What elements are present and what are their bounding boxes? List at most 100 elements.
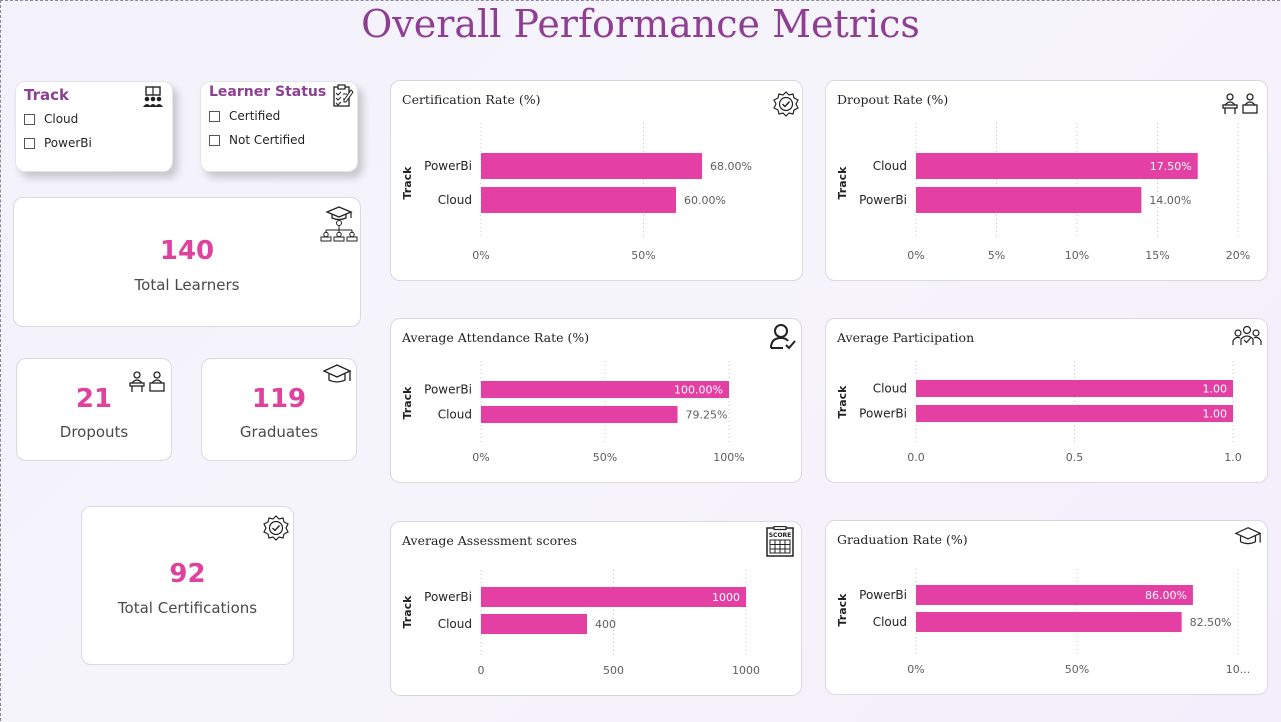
x-tick-label: 0 <box>478 664 485 677</box>
chart-title: Certification Rate (%) <box>402 92 541 107</box>
track-slicer-title: Track <box>24 86 69 104</box>
category-label: PowerBi <box>859 193 907 207</box>
data-label: 60.00% <box>684 194 726 207</box>
x-tick-label: 0.0 <box>907 451 925 464</box>
user-check-icon <box>770 324 796 350</box>
data-label: 400 <box>595 618 616 631</box>
status-slicer-title: Learner Status <box>209 84 327 100</box>
track-option-powerbi[interactable]: PowerBi <box>24 136 92 150</box>
checkbox[interactable] <box>24 113 35 125</box>
assessment-scores-chart: 0 500 1000 Track PowerBi 1000 Cloud 400 Average … <box>390 521 802 696</box>
bar <box>916 187 1142 213</box>
bar <box>481 614 587 634</box>
track-option-label: Cloud <box>44 112 79 126</box>
category-label: PowerBi <box>424 383 472 397</box>
y-axis-title: Track <box>401 166 414 200</box>
bar <box>916 380 1233 397</box>
track-option-label: PowerBi <box>44 136 92 150</box>
x-tick-label: 0% <box>472 249 489 262</box>
learner-status-slicer: Learner Status Certified Not Certified <box>200 81 358 172</box>
x-tick-label: 0.5 <box>1066 451 1084 464</box>
svg-text:SCORE: SCORE <box>769 532 792 539</box>
x-tick-label: 15% <box>1145 249 1169 262</box>
y-axis-title: Track <box>401 595 414 629</box>
bar <box>481 187 676 213</box>
participation-chart: 0.0 0.5 1.0 Track Cloud 1.00 PowerBi 1.00 Averag… <box>825 318 1268 483</box>
dropouts-card: 21 Dropouts <box>16 358 172 461</box>
bar <box>481 153 702 179</box>
attendance-rate-chart: 0% 50% 100% Track PowerBi 100.00% Cloud 79.25% A… <box>390 318 802 483</box>
dropouts-value: 21 <box>75 384 113 414</box>
checkbox[interactable] <box>209 134 220 146</box>
certification-rate-chart: 0% 50% Track PowerBi 68.00% Cloud 60.00% Certif… <box>390 80 803 281</box>
graduates-value: 119 <box>251 384 307 414</box>
category-label: Cloud <box>873 159 907 173</box>
category-label: PowerBi <box>424 159 472 173</box>
certifications-value: 92 <box>169 559 206 589</box>
category-label: PowerBi <box>424 590 472 604</box>
category-label: Cloud <box>438 193 472 207</box>
checkbox[interactable] <box>209 110 220 122</box>
checkbox[interactable] <box>24 137 35 149</box>
data-label: 1.00 <box>1203 408 1228 421</box>
data-label: 68.00% <box>710 160 752 173</box>
learners-book-icon <box>143 86 163 107</box>
track-slicer: Track Cloud PowerBi <box>15 81 173 172</box>
chart-title: Average Participation <box>837 330 975 345</box>
group-icon <box>1232 325 1262 345</box>
y-axis-title: Track <box>836 166 849 200</box>
bar <box>481 406 678 423</box>
x-tick-label: 20% <box>1226 249 1250 262</box>
track-option-cloud[interactable]: Cloud <box>24 112 78 126</box>
data-label: 14.00% <box>1149 194 1191 207</box>
bar <box>916 405 1233 422</box>
y-axis-title: Track <box>836 593 849 627</box>
status-option-not-certified[interactable]: Not Certified <box>209 133 305 147</box>
total-learners-card: 140 Total Learners <box>13 197 361 327</box>
bar <box>481 587 746 607</box>
category-label: PowerBi <box>859 588 907 602</box>
category-label: Cloud <box>438 617 472 631</box>
x-tick-label: 500 <box>603 664 624 677</box>
status-option-certified[interactable]: Certified <box>209 109 280 123</box>
chart-title: Graduation Rate (%) <box>837 532 968 547</box>
category-label: PowerBi <box>859 407 907 421</box>
dropouts-label: Dropouts <box>59 423 129 441</box>
data-label: 100.00% <box>674 384 723 397</box>
x-tick-label: 10% <box>1065 249 1089 262</box>
data-label: 86.00% <box>1145 589 1187 602</box>
x-tick-label: 10... <box>1226 663 1251 676</box>
data-label: 82.50% <box>1190 616 1232 629</box>
chart-title: Average Attendance Rate (%) <box>402 330 590 345</box>
data-label: 17.50% <box>1150 160 1192 173</box>
graduation-cap-icon <box>1234 527 1262 545</box>
x-tick-label: 100% <box>713 451 744 464</box>
bar <box>916 612 1182 632</box>
certified-badge-icon <box>263 515 289 541</box>
status-option-label: Not Certified <box>229 133 306 147</box>
total-learners-label: Total Learners <box>134 276 240 294</box>
category-label: Cloud <box>438 408 472 422</box>
x-tick-label: 50% <box>631 249 655 262</box>
checklist-icon <box>333 84 354 107</box>
total-learners-value: 140 <box>159 236 215 266</box>
chart-plot: 0% 50% Track PowerBi 68.00% Cloud 60.00% <box>401 123 752 262</box>
chart-title: Average Assessment scores <box>402 533 577 548</box>
x-tick-label: 0% <box>907 249 924 262</box>
y-axis-title: Track <box>836 385 849 419</box>
data-label: 79.25% <box>686 409 728 422</box>
page-title: Overall Performance Metrics <box>361 2 920 46</box>
y-axis-title: Track <box>401 386 414 420</box>
certifications-card: 92 Total Certifications <box>81 506 294 665</box>
data-label: 1000 <box>712 591 740 604</box>
status-option-label: Certified <box>229 109 281 123</box>
x-tick-label: 1.0 <box>1224 451 1242 464</box>
dropout-desks-icon <box>1222 93 1258 114</box>
graduates-card: 119 Graduates <box>201 358 357 461</box>
certifications-label: Total Certifications <box>117 599 258 617</box>
x-tick-label: 0% <box>472 451 489 464</box>
category-label: Cloud <box>873 615 907 629</box>
x-tick-label: 1000 <box>732 664 760 677</box>
x-tick-label: 50% <box>593 451 617 464</box>
chart-plot: 0% 5% 10% 15% 20% Track Cloud 17.50% PowerBi 14.0… <box>836 123 1250 262</box>
